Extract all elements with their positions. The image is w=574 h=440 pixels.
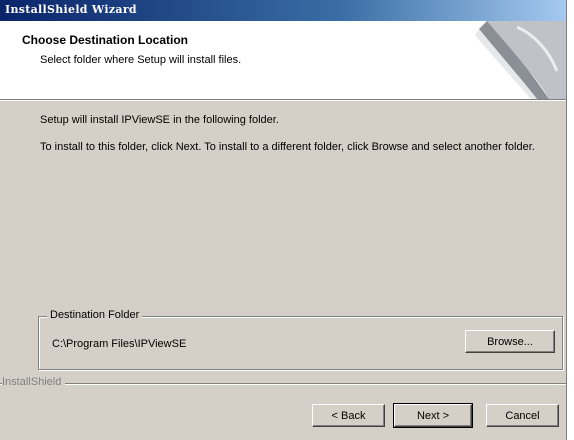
footer-divider: InstallShield [0,376,566,388]
destination-folder-group: Destination Folder C:\Program Files\IPVi… [38,309,563,370]
install-description: Setup will install IPViewSE in the follo… [40,114,279,126]
page-title: Choose Destination Location [22,33,189,47]
back-button[interactable]: < Back [312,404,385,427]
cancel-button[interactable]: Cancel [486,404,559,427]
destination-folder-label: Destination Folder [47,309,143,321]
page-curl-graphic [475,21,566,99]
next-button[interactable]: Next > [393,403,473,428]
browse-button[interactable]: Browse... [465,330,555,353]
divider-light [0,384,566,385]
wizard-content: Setup will install IPViewSE in the follo… [0,100,566,370]
wizard-header: Choose Destination Location Select folde… [0,21,566,101]
page-subtitle: Select folder where Setup will install f… [40,54,242,66]
installshield-brand: InstallShield [2,376,66,388]
window-title: InstallShield Wizard [5,3,137,16]
install-instructions: To install to this folder, click Next. T… [40,141,535,153]
installer-dialog: InstallShield Wizard Choose Destination … [0,0,567,440]
title-bar[interactable]: InstallShield Wizard [0,0,566,21]
destination-path: C:\Program Files\IPViewSE [52,338,187,350]
